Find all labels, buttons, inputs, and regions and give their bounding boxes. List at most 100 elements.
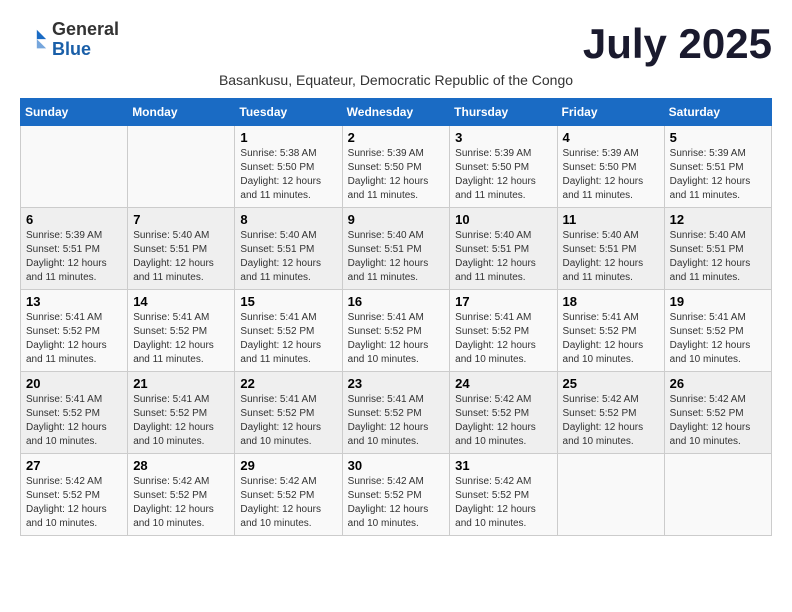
day-number: 13 (26, 294, 122, 309)
calendar-cell: 26 Sunrise: 5:42 AM Sunset: 5:52 PM Dayli… (664, 372, 771, 454)
calendar-cell: 31 Sunrise: 5:42 AM Sunset: 5:52 PM Dayli… (450, 454, 557, 536)
calendar-cell: 8 Sunrise: 5:40 AM Sunset: 5:51 PM Daylig… (235, 208, 342, 290)
calendar-cell: 7 Sunrise: 5:40 AM Sunset: 5:51 PM Daylig… (128, 208, 235, 290)
day-number: 23 (348, 376, 445, 391)
calendar-cell: 13 Sunrise: 5:41 AM Sunset: 5:52 PM Dayli… (21, 290, 128, 372)
weekday-header-friday: Friday (557, 99, 664, 126)
day-info: Sunrise: 5:42 AM Sunset: 5:52 PM Dayligh… (26, 475, 122, 531)
calendar-cell: 21 Sunrise: 5:41 AM Sunset: 5:52 PM Dayli… (128, 372, 235, 454)
calendar-cell: 4Sunrise: 5:39 AM Sunset: 5:50 PM Daylig… (557, 126, 664, 208)
calendar-cell: 11 Sunrise: 5:40 AM Sunset: 5:51 PM Dayli… (557, 208, 664, 290)
day-number: 3 (455, 130, 551, 145)
day-info: Sunrise: 5:41 AM Sunset: 5:52 PM Dayligh… (455, 311, 551, 367)
day-info: Sunrise: 5:39 AM Sunset: 5:51 PM Dayligh… (26, 229, 122, 285)
day-number: 31 (455, 458, 551, 473)
calendar-cell: 14 Sunrise: 5:41 AM Sunset: 5:52 PM Dayli… (128, 290, 235, 372)
calendar-cell: 30Sunrise: 5:42 AM Sunset: 5:52 PM Dayli… (342, 454, 450, 536)
day-number: 19 (670, 294, 766, 309)
day-number: 16 (348, 294, 445, 309)
month-title: July 2025 (583, 20, 772, 68)
day-number: 10 (455, 212, 551, 227)
day-number: 25 (563, 376, 659, 391)
day-number: 12 (670, 212, 766, 227)
day-number: 27 (26, 458, 122, 473)
calendar-cell: 24Sunrise: 5:42 AM Sunset: 5:52 PM Dayli… (450, 372, 557, 454)
calendar-week-row: 20 Sunrise: 5:41 AM Sunset: 5:52 PM Dayli… (21, 372, 772, 454)
calendar-header-row: SundayMondayTuesdayWednesdayThursdayFrid… (21, 99, 772, 126)
calendar-cell: 1 Sunrise: 5:38 AM Sunset: 5:50 PM Daylig… (235, 126, 342, 208)
day-number: 8 (240, 212, 336, 227)
logo-text: General Blue (52, 20, 119, 60)
day-info: Sunrise: 5:40 AM Sunset: 5:51 PM Dayligh… (348, 229, 445, 285)
day-info: Sunrise: 5:41 AM Sunset: 5:52 PM Dayligh… (240, 393, 336, 449)
calendar-cell: 28 Sunrise: 5:42 AM Sunset: 5:52 PM Dayli… (128, 454, 235, 536)
day-number: 20 (26, 376, 122, 391)
day-info: Sunrise: 5:41 AM Sunset: 5:52 PM Dayligh… (563, 311, 659, 367)
day-number: 1 (240, 130, 336, 145)
day-number: 11 (563, 212, 659, 227)
calendar-cell: 17 Sunrise: 5:41 AM Sunset: 5:52 PM Dayli… (450, 290, 557, 372)
day-info: Sunrise: 5:42 AM Sunset: 5:52 PM Dayligh… (563, 393, 659, 449)
day-number: 6 (26, 212, 122, 227)
weekday-header-monday: Monday (128, 99, 235, 126)
calendar-cell: 18 Sunrise: 5:41 AM Sunset: 5:52 PM Dayli… (557, 290, 664, 372)
weekday-header-saturday: Saturday (664, 99, 771, 126)
calendar-cell: 2 Sunrise: 5:39 AM Sunset: 5:50 PM Daylig… (342, 126, 450, 208)
calendar-cell: 16 Sunrise: 5:41 AM Sunset: 5:52 PM Dayli… (342, 290, 450, 372)
day-info: Sunrise: 5:42 AM Sunset: 5:52 PM Dayligh… (670, 393, 766, 449)
day-info: Sunrise: 5:41 AM Sunset: 5:52 PM Dayligh… (240, 311, 336, 367)
calendar-week-row: 1 Sunrise: 5:38 AM Sunset: 5:50 PM Daylig… (21, 126, 772, 208)
calendar-week-row: 13 Sunrise: 5:41 AM Sunset: 5:52 PM Dayli… (21, 290, 772, 372)
weekday-header-tuesday: Tuesday (235, 99, 342, 126)
weekday-header-thursday: Thursday (450, 99, 557, 126)
day-info: Sunrise: 5:39 AM Sunset: 5:50 PM Dayligh… (348, 147, 445, 203)
calendar-cell: 9Sunrise: 5:40 AM Sunset: 5:51 PM Daylig… (342, 208, 450, 290)
day-info: Sunrise: 5:41 AM Sunset: 5:52 PM Dayligh… (133, 393, 229, 449)
day-number: 18 (563, 294, 659, 309)
day-info: Sunrise: 5:39 AM Sunset: 5:50 PM Dayligh… (455, 147, 551, 203)
day-info: Sunrise: 5:42 AM Sunset: 5:52 PM Dayligh… (455, 475, 551, 531)
calendar-cell: 6 Sunrise: 5:39 AM Sunset: 5:51 PM Daylig… (21, 208, 128, 290)
day-number: 14 (133, 294, 229, 309)
calendar-week-row: 6 Sunrise: 5:39 AM Sunset: 5:51 PM Daylig… (21, 208, 772, 290)
day-number: 24 (455, 376, 551, 391)
day-info: Sunrise: 5:38 AM Sunset: 5:50 PM Dayligh… (240, 147, 336, 203)
day-info: Sunrise: 5:41 AM Sunset: 5:52 PM Dayligh… (348, 311, 445, 367)
day-number: 5 (670, 130, 766, 145)
logo-icon (20, 26, 48, 54)
calendar-week-row: 27 Sunrise: 5:42 AM Sunset: 5:52 PM Dayli… (21, 454, 772, 536)
day-info: Sunrise: 5:41 AM Sunset: 5:52 PM Dayligh… (348, 393, 445, 449)
day-number: 17 (455, 294, 551, 309)
day-number: 22 (240, 376, 336, 391)
weekday-header-sunday: Sunday (21, 99, 128, 126)
day-number: 28 (133, 458, 229, 473)
day-info: Sunrise: 5:40 AM Sunset: 5:51 PM Dayligh… (670, 229, 766, 285)
day-info: Sunrise: 5:42 AM Sunset: 5:52 PM Dayligh… (348, 475, 445, 531)
day-number: 2 (348, 130, 445, 145)
page-header: General Blue July 2025 (20, 20, 772, 68)
calendar-cell: 15Sunrise: 5:41 AM Sunset: 5:52 PM Dayli… (235, 290, 342, 372)
day-info: Sunrise: 5:41 AM Sunset: 5:52 PM Dayligh… (670, 311, 766, 367)
calendar-cell: 19 Sunrise: 5:41 AM Sunset: 5:52 PM Dayli… (664, 290, 771, 372)
day-number: 26 (670, 376, 766, 391)
day-info: Sunrise: 5:40 AM Sunset: 5:51 PM Dayligh… (133, 229, 229, 285)
weekday-header-wednesday: Wednesday (342, 99, 450, 126)
day-number: 29 (240, 458, 336, 473)
day-info: Sunrise: 5:41 AM Sunset: 5:52 PM Dayligh… (26, 393, 122, 449)
calendar-cell: 20 Sunrise: 5:41 AM Sunset: 5:52 PM Dayli… (21, 372, 128, 454)
day-info: Sunrise: 5:40 AM Sunset: 5:51 PM Dayligh… (240, 229, 336, 285)
calendar-cell: 10 Sunrise: 5:40 AM Sunset: 5:51 PM Dayli… (450, 208, 557, 290)
day-info: Sunrise: 5:39 AM Sunset: 5:51 PM Dayligh… (670, 147, 766, 203)
day-info: Sunrise: 5:40 AM Sunset: 5:51 PM Dayligh… (455, 229, 551, 285)
calendar-cell (557, 454, 664, 536)
day-number: 21 (133, 376, 229, 391)
day-number: 7 (133, 212, 229, 227)
day-info: Sunrise: 5:42 AM Sunset: 5:52 PM Dayligh… (133, 475, 229, 531)
day-info: Sunrise: 5:40 AM Sunset: 5:51 PM Dayligh… (563, 229, 659, 285)
calendar-cell: 22 Sunrise: 5:41 AM Sunset: 5:52 PM Dayli… (235, 372, 342, 454)
calendar-cell: 25 Sunrise: 5:42 AM Sunset: 5:52 PM Dayli… (557, 372, 664, 454)
day-info: Sunrise: 5:42 AM Sunset: 5:52 PM Dayligh… (240, 475, 336, 531)
logo: General Blue (20, 20, 119, 60)
day-info: Sunrise: 5:41 AM Sunset: 5:52 PM Dayligh… (133, 311, 229, 367)
day-info: Sunrise: 5:41 AM Sunset: 5:52 PM Dayligh… (26, 311, 122, 367)
